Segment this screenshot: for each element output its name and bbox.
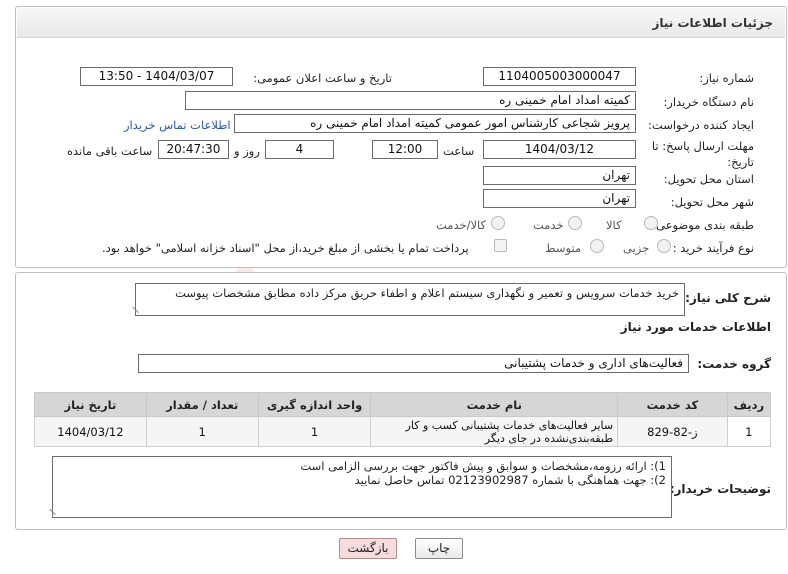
remaining-time-field[interactable]: 20:47:30	[158, 140, 229, 159]
category-goods-label: کالا	[606, 218, 622, 232]
province-field[interactable]: تهران	[483, 166, 636, 185]
buyer-org-label: نام دستگاه خریدار:	[663, 95, 754, 109]
process-minor-label: جزیی	[623, 241, 650, 255]
buyer-contact-link[interactable]: اطلاعات تماس خریدار	[124, 118, 231, 132]
service-group-field[interactable]: فعالیت‌های اداری و خدمات پشتیبانی	[138, 354, 689, 373]
service-group-label: گروه خدمت:	[697, 357, 771, 371]
treasury-payment-checkbox[interactable]	[494, 239, 507, 252]
cell-row-number: 1	[726, 416, 772, 447]
category-goods-radio[interactable]	[644, 216, 658, 230]
deadline-time-field[interactable]: 12:00	[372, 140, 438, 159]
remaining-time-label: ساعت باقی مانده	[67, 144, 153, 158]
category-both-radio[interactable]	[491, 216, 505, 230]
buyer-org-field[interactable]: کمیته امداد امام خمینی ره	[185, 91, 636, 110]
category-label: طبقه بندی موضوعی:	[652, 218, 754, 232]
city-label: شهر محل تحویل:	[670, 195, 754, 209]
process-medium-radio[interactable]	[590, 239, 604, 253]
deadline-label-text: مهلت ارسال پاسخ: تا تاریخ:	[651, 139, 754, 169]
services-table: ردیف کد خدمت نام خدمت واحد اندازه گیری ت…	[34, 392, 772, 447]
treasury-payment-note: پرداخت تمام یا بخشی از مبلغ خرید،از محل …	[102, 241, 469, 255]
cell-need-date: 1404/03/12	[34, 416, 147, 447]
need-number-label: شماره نیاز:	[699, 71, 754, 85]
description-field[interactable]: خرید خدمات سرویس و تعمیر و نگهداری سیستم…	[132, 283, 685, 316]
process-minor-radio[interactable]	[657, 239, 671, 253]
days-label: روز و	[234, 144, 260, 158]
table-header-row: ردیف کد خدمت نام خدمت واحد اندازه گیری ت…	[34, 392, 772, 417]
requester-field[interactable]: پرویز شجاعی کارشناس امور عمومی کمیته امد…	[234, 114, 636, 133]
description-label: شرح کلی نیاز:	[685, 291, 771, 305]
deadline-date-field[interactable]: 1404/03/12	[483, 140, 636, 159]
cell-quantity: 1	[145, 416, 259, 447]
col-quantity: تعداد / مقدار	[145, 392, 259, 417]
description-text: خرید خدمات سرویس و تعمیر و نگهداری سیستم…	[175, 286, 679, 300]
col-service-code: کد خدمت	[617, 392, 728, 417]
cell-service-name: سایر فعالیت‌های خدمات پشتیبانی کسب و کار…	[370, 416, 619, 447]
col-need-date: تاریخ نیاز	[34, 392, 147, 417]
process-medium-label: متوسط	[545, 241, 582, 255]
category-service-radio[interactable]	[568, 216, 582, 230]
resize-handle[interactable]	[49, 503, 61, 515]
print-button[interactable]: چاپ	[415, 538, 463, 559]
deadline-label: مهلت ارسال پاسخ: تا تاریخ:	[644, 138, 754, 170]
deadline-time-label: ساعت	[443, 144, 475, 158]
resize-handle[interactable]	[132, 301, 144, 313]
col-service-name: نام خدمت	[370, 392, 619, 417]
cell-unit: 1	[257, 416, 372, 447]
buyer-notes-line-1: 1): ارائه رزومه،مشخصات و سوابق و پیش فاک…	[300, 459, 666, 473]
need-number-field[interactable]: 1104005003000047	[483, 67, 636, 86]
requester-label: ایجاد کننده درخواست:	[648, 118, 754, 132]
back-button[interactable]: بازگشت	[339, 538, 397, 559]
buyer-notes-field[interactable]: 1): ارائه رزومه،مشخصات و سوابق و پیش فاک…	[49, 456, 672, 518]
category-service-label: خدمت	[533, 218, 564, 232]
table-row[interactable]: 1 ز-82-829 سایر فعالیت‌های خدمات پشتیبان…	[34, 416, 772, 447]
announce-datetime-field[interactable]: 1404/03/07 - 13:50	[80, 67, 233, 86]
province-label: استان محل تحویل:	[663, 172, 754, 186]
cell-service-code: ز-82-829	[617, 416, 728, 447]
buyer-notes-label: توضیحات خریدار:	[669, 482, 771, 496]
announce-datetime-label: تاریخ و ساعت اعلان عمومی:	[253, 71, 392, 85]
process-type-label: نوع فرآیند خرید :	[672, 241, 754, 255]
col-row-number: ردیف	[726, 392, 772, 417]
category-both-label: کالا/خدمت	[436, 218, 487, 232]
days-remaining-field[interactable]: 4	[265, 140, 334, 159]
col-unit: واحد اندازه گیری	[257, 392, 372, 417]
panel-header: جزئیات اطلاعات نیاز	[17, 8, 785, 38]
services-section-title: اطلاعات خدمات مورد نیاز	[620, 320, 771, 334]
buyer-notes-line-2: 2): جهت هماهنگی با شماره 02123902987 تما…	[354, 473, 666, 487]
city-field[interactable]: تهران	[483, 189, 636, 208]
page-title: جزئیات اطلاعات نیاز	[652, 16, 773, 30]
